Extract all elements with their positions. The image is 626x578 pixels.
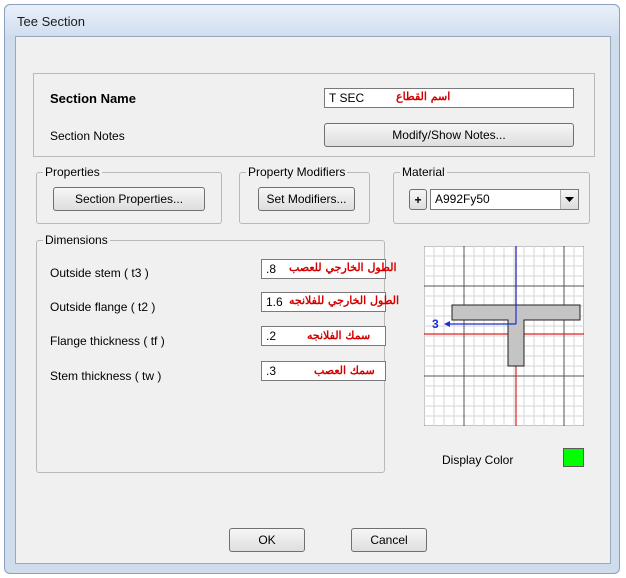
- set-modifiers-button[interactable]: Set Modifiers...: [258, 187, 355, 211]
- material-group: Material + A992Fy50: [393, 165, 590, 224]
- property-modifiers-group: Property Modifiers Set Modifiers...: [239, 165, 370, 224]
- dimensions-legend: Dimensions: [43, 233, 110, 247]
- dialog-client: Section Name T SEC اسم القطاع Section No…: [15, 36, 611, 564]
- material-selected: A992Fy50: [435, 192, 490, 206]
- properties-legend: Properties: [43, 165, 102, 179]
- stem-thickness-label: Stem thickness ( tw ): [50, 369, 162, 383]
- outside-stem-label: Outside stem ( t3 ): [50, 266, 149, 280]
- section-preview-diagram: 3: [424, 246, 584, 426]
- section-name-label: Section Name: [50, 91, 136, 106]
- dimensions-group: Dimensions Outside stem ( t3 ) .8 الطول …: [36, 233, 399, 473]
- axis-label: 3: [432, 317, 439, 331]
- ok-button[interactable]: OK: [229, 528, 305, 552]
- section-name-value: T SEC: [329, 91, 365, 105]
- chevron-down-icon[interactable]: [560, 190, 578, 209]
- outside-flange-annotation: الطول الخارجي للفلانجه: [289, 294, 400, 307]
- add-material-button[interactable]: +: [409, 189, 427, 210]
- property-modifiers-legend: Property Modifiers: [246, 165, 348, 179]
- section-name-panel: Section Name T SEC اسم القطاع Section No…: [33, 73, 595, 157]
- window-title: Tee Section: [17, 14, 85, 29]
- outside-flange-label: Outside flange ( t2 ): [50, 300, 156, 314]
- cancel-button[interactable]: Cancel: [351, 528, 427, 552]
- flange-thickness-label: Flange thickness ( tf ): [50, 334, 165, 348]
- material-legend: Material: [400, 165, 447, 179]
- properties-group: Properties Section Properties...: [36, 165, 222, 224]
- tee-section-dialog: Tee Section Section Name T SEC اسم القطا…: [4, 4, 620, 574]
- flange-thickness-annotation: سمك الفلانجه: [307, 329, 371, 342]
- flange-thickness-value: .2: [266, 329, 277, 343]
- outside-flange-value: 1.6: [266, 295, 283, 309]
- stem-thickness-annotation: سمك العصب: [314, 364, 375, 377]
- stem-thickness-value: .3: [266, 364, 277, 378]
- display-color-swatch[interactable]: [563, 448, 584, 467]
- section-notes-label: Section Notes: [50, 129, 125, 143]
- display-color-label: Display Color: [442, 453, 514, 467]
- title-bar[interactable]: Tee Section: [5, 5, 619, 35]
- section-name-annotation: اسم القطاع: [396, 90, 451, 103]
- outside-stem-annotation: الطول الخارجي للعصب: [289, 261, 397, 274]
- outside-stem-value: .8: [266, 262, 277, 276]
- section-properties-button[interactable]: Section Properties...: [53, 187, 205, 211]
- material-select[interactable]: A992Fy50: [430, 189, 579, 210]
- modify-notes-button[interactable]: Modify/Show Notes...: [324, 123, 574, 147]
